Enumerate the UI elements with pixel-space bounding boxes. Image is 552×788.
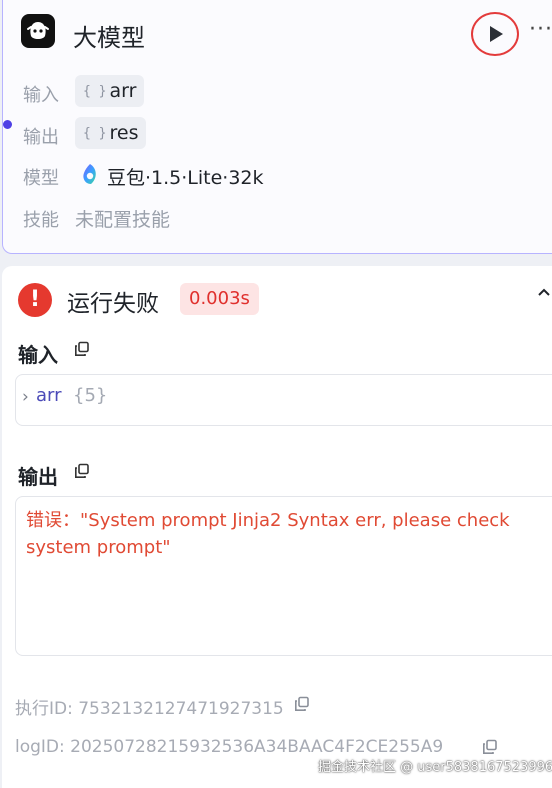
node-model-row[interactable]: 模型 豆包·1.5·Lite·32k bbox=[23, 158, 543, 190]
input-value-box[interactable]: › arr {5} bbox=[15, 374, 552, 426]
output-value-box[interactable]: 错误："System prompt Jinja2 Syntax err, ple… bbox=[15, 496, 552, 656]
input-variable-name: arr bbox=[109, 80, 137, 102]
model-name: 豆包·1.5·Lite·32k bbox=[107, 167, 264, 189]
run-status: 运行失败 bbox=[67, 291, 159, 317]
model-logo-icon bbox=[79, 162, 101, 190]
more-icon[interactable]: ··· bbox=[529, 17, 552, 42]
bot-icon bbox=[21, 14, 55, 48]
expand-caret-icon[interactable]: › bbox=[22, 387, 29, 407]
output-variable-name: res bbox=[109, 122, 139, 144]
variable-icon: { } bbox=[83, 83, 107, 99]
run-result-panel: ! 运行失败 0.003s 输入 › arr {5} 输出 错误："System… bbox=[2, 266, 552, 788]
node-input-port[interactable] bbox=[3, 120, 12, 129]
copy-icon[interactable] bbox=[294, 696, 310, 716]
copy-icon[interactable] bbox=[74, 341, 90, 361]
copy-icon[interactable] bbox=[74, 463, 90, 483]
input-var-count: {5} bbox=[73, 385, 108, 406]
skill-value: 未配置技能 bbox=[75, 209, 171, 231]
collapse-icon[interactable] bbox=[537, 284, 551, 303]
input-section-label: 输入 bbox=[18, 343, 58, 367]
duration-badge: 0.003s bbox=[180, 283, 259, 315]
variable-icon: { } bbox=[83, 125, 107, 141]
error-icon: ! bbox=[18, 283, 52, 317]
watermark: 掘金技术社区 @ user5838167523996 bbox=[318, 760, 552, 775]
play-icon bbox=[490, 26, 503, 42]
input-var-name: arr bbox=[36, 385, 62, 406]
output-label: 输出 bbox=[23, 127, 59, 148]
log-id: logID: 20250728215932536A34BAAC4F2CE255A… bbox=[15, 737, 444, 757]
node-output-row: 输出 { } res bbox=[23, 117, 543, 149]
exec-id: 执行ID: 7532132127471927315 bbox=[15, 699, 284, 719]
output-section-label: 输出 bbox=[18, 465, 58, 489]
output-variable-chip[interactable]: { } res bbox=[75, 117, 147, 149]
llm-node-card[interactable]: 大模型 ··· 输入 { } arr 输出 { } res 模型 豆包·1.5·… bbox=[2, 0, 552, 254]
node-header: 大模型 ··· bbox=[21, 12, 552, 56]
node-input-row: 输入 { } arr bbox=[23, 75, 543, 107]
input-variable-chip[interactable]: { } arr bbox=[75, 75, 145, 107]
error-message: 错误："System prompt Jinja2 Syntax err, ple… bbox=[26, 510, 510, 558]
node-skill-row: 技能 未配置技能 bbox=[23, 200, 543, 232]
model-label: 模型 bbox=[23, 168, 59, 189]
input-label: 输入 bbox=[23, 85, 59, 106]
node-title: 大模型 bbox=[73, 24, 145, 52]
skill-label: 技能 bbox=[23, 210, 59, 231]
run-node-button[interactable] bbox=[471, 12, 519, 56]
